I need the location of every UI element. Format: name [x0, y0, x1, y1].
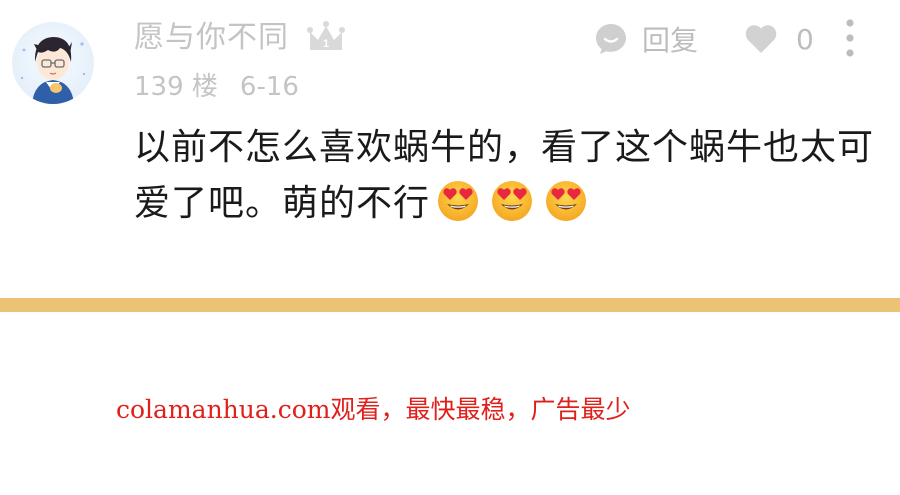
comment-meta: 139 楼 6-16	[134, 70, 299, 104]
badge-level: 1	[323, 38, 329, 50]
reply-label: 回复	[642, 24, 699, 57]
crown-icon: 1	[307, 21, 345, 50]
comment-body: 以前不怎么喜欢蜗牛的，看了这个蜗牛也太可爱了吧。萌的不行	[134, 120, 874, 232]
ad-watermark-text: colamanhua.com观看，最快最稳，广告最少	[116, 395, 631, 424]
heart-icon	[745, 25, 777, 53]
username[interactable]: 愿与你不同	[134, 18, 289, 58]
more-options-button[interactable]	[840, 18, 860, 58]
vertical-ellipsis-icon	[846, 19, 854, 57]
section-divider	[0, 298, 900, 312]
emoji-group	[436, 179, 588, 223]
heart-eyes-emoji	[492, 181, 533, 221]
comment-card: 愿与你不同 1 139 楼 6-16 回复 0 以前不怎么喜欢蜗牛的，看了这个蜗…	[0, 0, 900, 298]
heart-eyes-emoji	[438, 181, 479, 221]
comment-date: 6-16	[239, 72, 299, 102]
avatar[interactable]	[12, 22, 94, 104]
like-count: 0	[796, 22, 814, 56]
heart-eyes-emoji	[546, 181, 587, 221]
like-button[interactable]: 0	[744, 20, 814, 58]
level-badge: 1	[306, 20, 346, 56]
avatar-illustration	[20, 37, 86, 104]
floor-number: 139 楼	[134, 72, 218, 102]
reply-button[interactable]: 回复	[594, 20, 698, 58]
chat-bubble-icon	[596, 24, 626, 54]
